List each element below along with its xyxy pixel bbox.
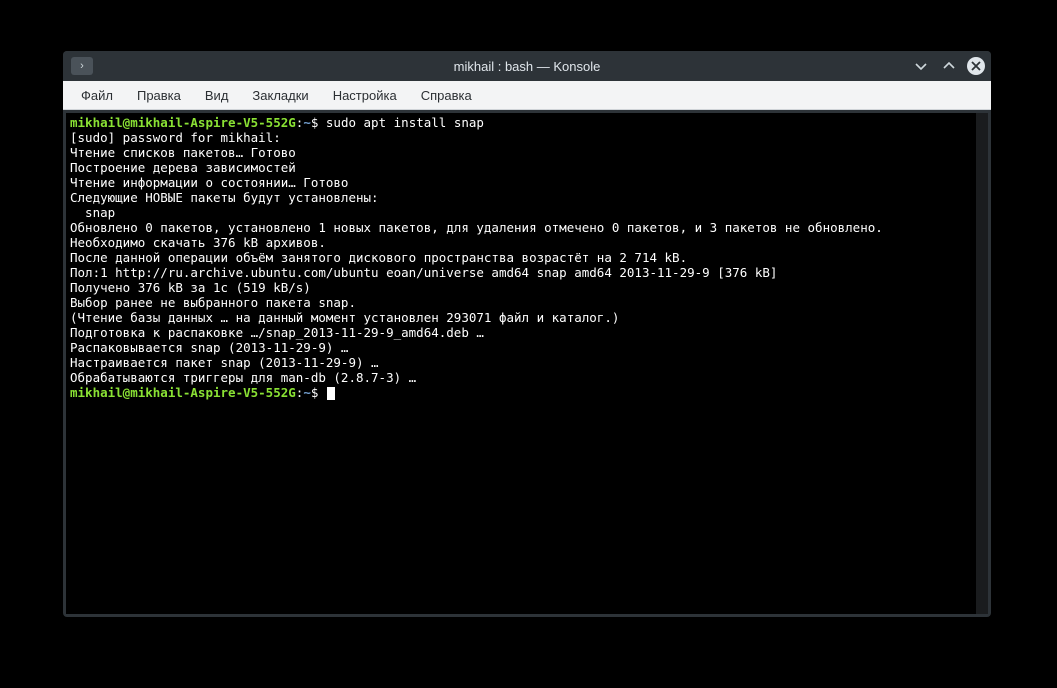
menu-settings[interactable]: Настройка [321, 84, 409, 107]
maximize-button[interactable] [939, 56, 959, 76]
minimize-button[interactable] [911, 56, 931, 76]
terminal-line: Обновлено 0 пакетов, установлено 1 новых… [70, 220, 883, 235]
menu-file[interactable]: Файл [69, 84, 125, 107]
scrollbar[interactable] [976, 113, 988, 614]
titlebar[interactable]: › mikhail : bash — Konsole [63, 51, 991, 81]
prompt-path: ~ [303, 385, 311, 400]
terminal-line: Чтение информации о состоянии… Готово [70, 175, 348, 190]
menu-view[interactable]: Вид [193, 84, 241, 107]
prompt-path: ~ [303, 115, 311, 130]
cursor-icon [327, 387, 335, 400]
terminal-line: После данной операции объём занятого дис… [70, 250, 687, 265]
terminal-line: Настраивается пакет snap (2013-11-29-9) … [70, 355, 379, 370]
terminal-line: Получено 376 kB за 1с (519 kB/s) [70, 280, 311, 295]
prompt-end: $ [311, 115, 326, 130]
terminal-line: Чтение списков пакетов… Готово [70, 145, 296, 160]
terminal-line: Построение дерева зависимостей [70, 160, 348, 175]
terminal-line: snap [70, 205, 115, 220]
command-text: sudo apt install snap [326, 115, 484, 130]
prompt-end: $ [311, 385, 326, 400]
terminal-viewport[interactable]: mikhail@mikhail-Aspire-V5-552G:~$ sudo a… [66, 113, 988, 614]
prompt-user: mikhail@mikhail-Aspire-V5-552G [70, 385, 296, 400]
chevron-right-icon: › [80, 60, 84, 72]
konsole-window: › mikhail : bash — Konsole Файл Правка В… [63, 51, 991, 617]
menu-edit[interactable]: Правка [125, 84, 193, 107]
prompt-user: mikhail@mikhail-Aspire-V5-552G [70, 115, 296, 130]
terminal-line: [sudo] password for mikhail: [70, 130, 288, 145]
window-controls [911, 51, 985, 81]
menubar: Файл Правка Вид Закладки Настройка Справ… [63, 81, 991, 110]
terminal-line: Следующие НОВЫЕ пакеты будут установлены… [70, 190, 379, 205]
terminal-line: Выбор ранее не выбранного пакета snap. [70, 295, 356, 310]
terminal-line: Обрабатываются триггеры для man-db (2.8.… [70, 370, 416, 385]
terminal-line: Распаковывается snap (2013-11-29-9) … [70, 340, 348, 355]
terminal-line: (Чтение базы данных … на данный момент у… [70, 310, 619, 325]
close-button[interactable] [967, 57, 985, 75]
terminal-line: Необходимо скачать 376 kB архивов. [70, 235, 326, 250]
window-title: mikhail : bash — Konsole [63, 59, 991, 74]
app-menu-icon[interactable]: › [71, 57, 93, 75]
terminal-line: Пол:1 http://ru.archive.ubuntu.com/ubunt… [70, 265, 777, 280]
terminal-line: Подготовка к распаковке …/snap_2013-11-2… [70, 325, 484, 340]
menu-bookmarks[interactable]: Закладки [240, 84, 320, 107]
menu-help[interactable]: Справка [409, 84, 484, 107]
